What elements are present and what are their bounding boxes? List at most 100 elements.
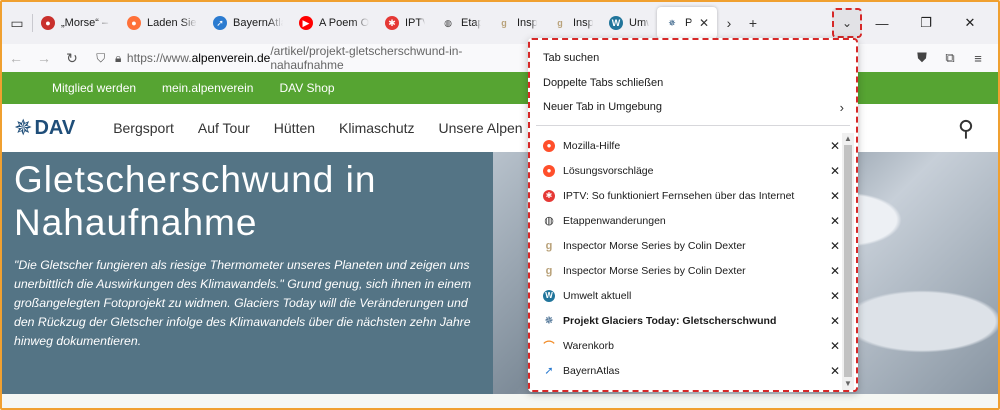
page-title: Gletscherschwund in Nahaufnahme [14, 159, 377, 243]
close-tab-icon[interactable]: ✕ [830, 314, 840, 328]
firefox-view-icon: ▭ [10, 14, 24, 31]
close-window-button[interactable]: ✕ [948, 15, 992, 31]
all-tabs-panel: Tab suchen Doppelte Tabs schließen Neuer… [528, 38, 858, 392]
panel-tab-item[interactable]: ✵ Projekt Glaciers Today: Gletscherschwun… [530, 308, 842, 333]
plus-icon: + [748, 15, 758, 31]
panel-tab-item[interactable]: g Inspector Morse Series by Colin Dexter ✕ [530, 233, 842, 258]
panel-tab-item[interactable]: ● Mozilla-Hilfe ✕ [530, 133, 842, 158]
browser-tab-label: Inspe [573, 17, 593, 29]
dav-logo[interactable]: ✵ DAV [14, 115, 75, 141]
panel-tab-item[interactable]: ● Lösungsvorschläge ✕ [530, 158, 842, 183]
shield-icon[interactable]: ⛉ [92, 51, 109, 66]
close-tab-icon[interactable]: ✕ [830, 214, 840, 228]
globe-icon: ◍ [444, 17, 452, 28]
scroll-tabs-right-button[interactable]: › [717, 7, 741, 39]
panel-tab-item[interactable]: W Umwelt aktuell ✕ [530, 283, 842, 308]
edelweiss-icon: ✵ [14, 115, 33, 140]
menu-bergsport[interactable]: Bergsport [113, 120, 174, 136]
new-container-tab-label: Neuer Tab in Umgebung [543, 101, 663, 114]
content-strip [2, 394, 998, 408]
menu-unsere-alpen[interactable]: Unsere Alpen [439, 120, 523, 136]
close-tab-icon[interactable]: ✕ [830, 189, 840, 203]
back-button[interactable]: ← [2, 50, 30, 66]
new-tab-button[interactable]: + [741, 7, 765, 39]
iptv-icon: ✱ [385, 16, 399, 30]
minimize-button[interactable]: — [860, 16, 904, 31]
browser-tab[interactable]: g Inspe [545, 7, 601, 39]
browser-tab[interactable]: ▶ A Poem On [291, 7, 377, 39]
close-tab-icon[interactable]: ✕ [830, 239, 840, 253]
close-tab-icon[interactable]: ✕ [830, 164, 840, 178]
panel-tab-label: Warenkorb [563, 339, 614, 352]
chevron-right-icon: › [839, 99, 844, 115]
pocket-icon[interactable]: ⛊ [908, 50, 936, 66]
browser-tab-label: Umwel [629, 17, 649, 29]
url-bar[interactable]: ⛉ 🔒︎ https://www. alpenverein.de/artikel/… [92, 44, 502, 72]
browser-tab[interactable]: ✵ Proj ✕ [657, 7, 717, 39]
firefox-icon: ● [543, 164, 555, 177]
browser-tab[interactable]: g Inspec [489, 7, 545, 39]
cart-icon: ⌒ [543, 340, 555, 353]
restore-button[interactable]: ❐ [904, 15, 948, 31]
window-controls: — ❐ ✕ [860, 2, 992, 44]
new-container-tab-item[interactable]: Neuer Tab in Umgebung › [530, 95, 856, 120]
toolbar-right: ⛊ ⧉ ≡ [908, 44, 992, 72]
hero-intro-text: "Die Gletscher fungieren als riesige The… [14, 258, 472, 348]
bayernatlas-icon: ➚ [213, 16, 227, 30]
browser-tab[interactable]: ● Laden Sie Fi [119, 7, 205, 39]
panel-scrollbar[interactable]: ▲ ▼ [842, 133, 854, 390]
link-mein-alpenverein[interactable]: mein.alpenverein [162, 81, 253, 95]
menu-huetten[interactable]: Hütten [274, 120, 315, 136]
menu-auf-tour[interactable]: Auf Tour [198, 120, 250, 136]
goodreads-icon: g [545, 264, 553, 277]
dav-icon: ✵ [668, 17, 676, 28]
reload-button[interactable]: ↻ [58, 50, 86, 67]
panel-divider [536, 124, 850, 126]
panel-tab-item[interactable]: g Inspector Morse Series by Colin Dexter ✕ [530, 258, 842, 283]
menu-klimaschutz[interactable]: Klimaschutz [339, 120, 414, 136]
close-tab-icon[interactable]: ✕ [830, 139, 840, 153]
close-tab-icon[interactable]: ✕ [830, 364, 840, 378]
firefox-view-button[interactable]: ▭ [2, 2, 32, 44]
close-tab-icon[interactable]: ✕ [830, 264, 840, 278]
goodreads-icon: g [557, 18, 563, 28]
browser-tab-label: Proj [685, 17, 693, 29]
lock-icon[interactable]: 🔒︎ [109, 51, 126, 66]
panel-tab-item[interactable]: ➚ BayernAtlas ✕ [530, 358, 842, 383]
search-icon[interactable]: ⚲ [958, 116, 974, 142]
browser-tab[interactable]: ➚ BayernAtlas [205, 7, 291, 39]
link-mitglied-werden[interactable]: Mitglied werden [52, 81, 136, 95]
browser-tab[interactable]: ● „Morse“ – Bi [33, 7, 119, 39]
browser-tab-label: „Morse“ – Bi [61, 17, 111, 29]
panel-tab-item[interactable]: ⌒ Warenkorb ✕ [530, 333, 842, 358]
menu-icon[interactable]: ≡ [964, 51, 992, 66]
chevron-right-icon: › [726, 15, 732, 31]
browser-tab-label: IPTV [405, 17, 425, 29]
dav-icon: ✵ [544, 315, 554, 327]
forward-button[interactable]: → [30, 50, 58, 66]
panel-tab-item[interactable]: ◍ Etappenwanderungen ✕ [530, 208, 842, 233]
browser-tab[interactable]: ◍ Etappen [433, 7, 489, 39]
wordpress-icon: W [609, 16, 623, 30]
opera-like-icon: ● [41, 16, 55, 30]
panel-tab-item[interactable]: ✱ IPTV: So funktioniert Fernsehen über da… [530, 183, 842, 208]
list-all-tabs-button[interactable]: ⌄ [832, 8, 862, 38]
extensions-icon[interactable]: ⧉ [936, 50, 964, 66]
link-dav-shop[interactable]: DAV Shop [279, 81, 334, 95]
firefox-icon: ● [543, 139, 555, 152]
main-menu: Bergsport Auf Tour Hütten Klimaschutz Un… [113, 120, 546, 136]
close-tab-icon[interactable]: ✕ [830, 289, 840, 303]
close-duplicate-tabs-item[interactable]: Doppelte Tabs schließen [530, 71, 856, 96]
browser-tab[interactable]: ✱ IPTV [377, 7, 433, 39]
url-prefix: https://www. [126, 51, 192, 65]
scroll-up-arrow[interactable]: ▲ [842, 133, 854, 145]
scroll-down-arrow[interactable]: ▼ [842, 378, 854, 390]
open-tabs-list: ● Mozilla-Hilfe ✕ ● Lösungsvorschläge ✕ ✱ IPTV:… [530, 133, 842, 383]
logo-text: DAV [34, 116, 76, 139]
bayernatlas-icon: ➚ [544, 365, 554, 377]
scrollbar-thumb[interactable] [844, 145, 852, 377]
browser-tab[interactable]: W Umwel [601, 7, 657, 39]
close-tab-icon[interactable]: ✕ [830, 339, 840, 353]
search-tabs-item[interactable]: Tab suchen [530, 46, 856, 71]
close-tab-icon[interactable]: ✕ [699, 16, 709, 30]
